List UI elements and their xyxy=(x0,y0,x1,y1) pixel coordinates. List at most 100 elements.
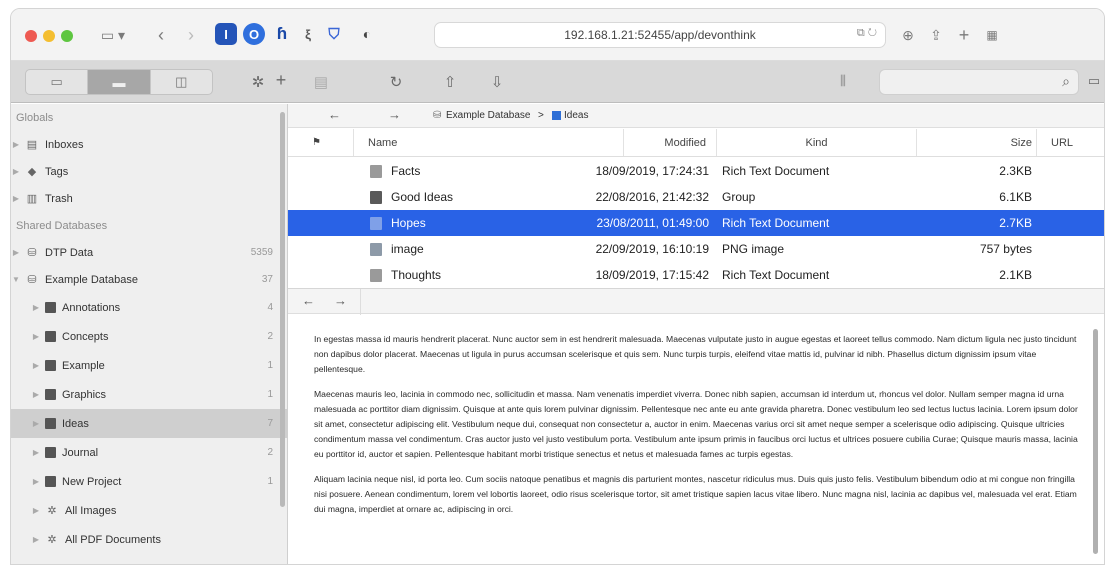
trash-icon[interactable]: ▤ xyxy=(311,73,331,91)
forward-arrow-icon[interactable]: → xyxy=(334,293,347,308)
disclosure-open-icon[interactable]: ▼ xyxy=(11,275,21,284)
modified-column-header[interactable]: Modified xyxy=(623,129,710,156)
back-icon[interactable]: ‹ xyxy=(151,24,171,46)
sidebar-toggle-icon[interactable]: ▭ ▾ xyxy=(97,24,129,46)
document-scrollbar[interactable] xyxy=(1093,329,1098,554)
sidebar-scrollbar[interactable] xyxy=(280,112,285,507)
disclosure-icon[interactable]: ▶ xyxy=(31,477,41,486)
group-icon xyxy=(370,190,382,204)
sync-icon[interactable]: ↻ xyxy=(386,73,406,91)
sidebar-item-example-database[interactable]: ▼ ⛁ Example Database 37 xyxy=(11,266,287,293)
ext-o-icon[interactable]: O xyxy=(243,23,265,45)
disclosure-icon[interactable]: ▶ xyxy=(31,390,41,399)
disclosure-icon[interactable]: ▶ xyxy=(31,332,41,341)
sidebar-view-icon[interactable]: ▭ xyxy=(26,70,89,94)
ext-i-icon[interactable]: I xyxy=(215,23,237,45)
disclosure-icon[interactable]: ▶ xyxy=(11,248,21,257)
group-icon xyxy=(45,331,56,342)
disclosure-icon[interactable]: ▶ xyxy=(11,167,21,176)
gear-icon[interactable]: ✲ xyxy=(248,73,268,91)
sidebar-item-concepts[interactable]: ▶ Concepts 2 xyxy=(11,322,287,351)
sidebar-item-ideas[interactable]: ▶ Ideas 7 xyxy=(11,409,287,438)
document-icon xyxy=(370,268,382,282)
disclosure-icon[interactable]: ▶ xyxy=(31,419,41,428)
breadcrumb: ← → ⛁ Example Database > Ideas xyxy=(288,104,1104,128)
tab-overview-icon[interactable]: ▦ xyxy=(983,24,1001,46)
url-text: 192.168.1.21:52455/app/devonthink xyxy=(564,28,756,42)
table-row[interactable]: Thoughts 18/09/2019, 17:15:42 Rich Text … xyxy=(288,262,1104,288)
search-input[interactable]: ⌕ xyxy=(879,69,1079,95)
download-cloud-icon[interactable]: ⇩ xyxy=(487,73,507,91)
reload-icon[interactable]: ⧉ ↻ xyxy=(857,27,877,40)
sidebar-item-dtp-data[interactable]: ▶ ⛁ DTP Data 5359 xyxy=(11,239,287,266)
back-arrow-icon[interactable]: ← xyxy=(328,107,341,122)
url-column-header[interactable]: URL xyxy=(1036,129,1104,156)
disclosure-icon[interactable]: ▶ xyxy=(31,361,41,370)
section-globals: Globals xyxy=(16,111,54,124)
forward-arrow-icon[interactable]: → xyxy=(388,107,401,122)
sidebar-item-trash[interactable]: ▶ ▥ Trash xyxy=(11,185,287,212)
sidebar-item-tags[interactable]: ▶ ◆ Tags xyxy=(11,158,287,185)
sidebar-item-inboxes[interactable]: ▶ ▤ Inboxes xyxy=(11,131,287,158)
trash-icon: ▥ xyxy=(26,193,38,205)
add-button[interactable]: + xyxy=(271,70,291,91)
panel-toggle-icon[interactable]: ▭ xyxy=(1084,73,1104,89)
sidebar-item-all-pdf-documents[interactable]: ▶ ✲ All PDF Documents xyxy=(11,525,287,554)
group-icon xyxy=(552,111,561,120)
privacy-icon[interactable]: ◐ xyxy=(356,23,378,45)
group-icon xyxy=(45,389,56,400)
download-icon[interactable]: ⊕ xyxy=(899,24,917,46)
split-view-icon[interactable]: ▬ xyxy=(88,70,151,94)
disclosure-icon[interactable]: ▶ xyxy=(11,140,21,149)
disclosure-icon[interactable]: ▶ xyxy=(11,194,21,203)
breadcrumb-group[interactable]: Ideas xyxy=(564,110,588,121)
minimize-window-button[interactable] xyxy=(43,30,55,42)
inbox-icon: ▤ xyxy=(26,139,38,151)
back-arrow-icon[interactable]: ← xyxy=(302,293,315,308)
table-row[interactable]: Good Ideas 22/08/2016, 21:42:32 Group 6.… xyxy=(288,184,1104,210)
shield-icon[interactable]: ⛉ xyxy=(323,23,345,45)
sidebar-item-example[interactable]: ▶ Example 1 xyxy=(11,351,287,380)
database-icon: ⛁ xyxy=(27,274,37,286)
group-icon xyxy=(45,302,56,313)
group-icon xyxy=(45,418,56,429)
zoom-window-button[interactable] xyxy=(61,30,73,42)
disclosure-icon[interactable]: ▶ xyxy=(31,506,41,515)
browser-window: ▭ ▾ ‹ › I O ɦ ξ ⛉ ◐ 192.168.1.21:52455/a… xyxy=(10,8,1105,565)
upload-icon[interactable]: ⇧ xyxy=(440,73,460,91)
new-tab-icon[interactable]: + xyxy=(955,24,973,46)
group-icon xyxy=(45,447,56,458)
size-column-header[interactable]: Size xyxy=(916,129,1036,156)
flag-column-header[interactable]: ⚑ xyxy=(312,129,332,156)
kind-column-header[interactable]: Kind xyxy=(716,129,916,156)
main-pane: ← → ⛁ Example Database > Ideas ⚑ Name Mo… xyxy=(288,104,1104,564)
table-row[interactable]: Facts 18/09/2019, 17:24:31 Rich Text Doc… xyxy=(288,158,1104,184)
breadcrumb-separator: > xyxy=(538,110,544,121)
ext-s-icon[interactable]: ξ xyxy=(297,23,319,45)
forward-icon[interactable]: › xyxy=(181,24,201,46)
address-bar[interactable]: 192.168.1.21:52455/app/devonthink ⧉ ↻ xyxy=(434,22,886,48)
table-row[interactable]: image 22/09/2019, 16:10:19 PNG image 757… xyxy=(288,236,1104,262)
close-window-button[interactable] xyxy=(25,30,37,42)
disclosure-icon[interactable]: ▶ xyxy=(31,448,41,457)
group-icon xyxy=(45,360,56,371)
sidebar-item-new-project[interactable]: ▶ New Project 1 xyxy=(11,467,287,496)
ext-r-icon[interactable]: ɦ xyxy=(271,23,293,45)
table-row-selected[interactable]: Hopes 23/08/2011, 01:49:00 Rich Text Doc… xyxy=(288,210,1104,236)
document-icon xyxy=(370,164,382,178)
adjust-icon[interactable]: ⫼ xyxy=(833,73,853,89)
name-column-header[interactable]: Name xyxy=(353,129,623,156)
breadcrumb-database[interactable]: Example Database xyxy=(446,110,531,121)
sidebar-item-annotations[interactable]: ▶ Annotations 4 xyxy=(11,293,287,322)
inspector-view-icon[interactable]: ◫ xyxy=(151,70,212,94)
document-paragraph: In egestas massa id mauris hendrerit pla… xyxy=(314,334,1077,374)
disclosure-icon[interactable]: ▶ xyxy=(31,303,41,312)
sidebar-item-graphics[interactable]: ▶ Graphics 1 xyxy=(11,380,287,409)
smart-group-icon: ✲ xyxy=(47,534,57,546)
disclosure-icon[interactable]: ▶ xyxy=(31,535,41,544)
viewer-nav-bar: ← → xyxy=(288,288,1104,315)
document-viewer[interactable]: In egestas massa id mauris hendrerit pla… xyxy=(288,315,1104,564)
sidebar-item-all-images[interactable]: ▶ ✲ All Images xyxy=(11,496,287,525)
sidebar-item-journal[interactable]: ▶ Journal 2 xyxy=(11,438,287,467)
share-icon[interactable]: ⇪ xyxy=(927,24,945,46)
